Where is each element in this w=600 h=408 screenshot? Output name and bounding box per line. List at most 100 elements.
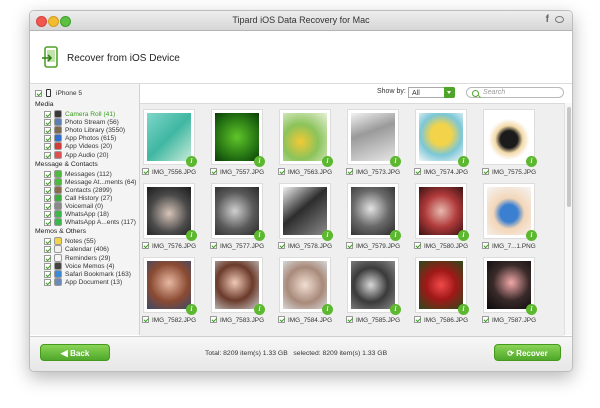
photo-tile[interactable]: i (279, 257, 333, 315)
photo-caption[interactable]: IMG_7556.JPG (142, 168, 206, 177)
photo-checkbox[interactable] (278, 242, 285, 249)
photo-caption[interactable]: IMG_7563.JPG (278, 168, 342, 177)
photo-checkbox[interactable] (346, 168, 353, 175)
photo-tile[interactable]: i (211, 109, 265, 167)
sidebar-item-checkbox[interactable] (44, 170, 51, 178)
sidebar-item[interactable]: WhatsApp A...ents (117) (44, 218, 138, 227)
sidebar-item-checkbox[interactable] (44, 194, 51, 202)
info-icon[interactable]: i (186, 230, 197, 241)
photo-tile[interactable]: i (483, 183, 537, 241)
sidebar-item[interactable]: App Audio (20) (44, 150, 138, 160)
photo-checkbox[interactable] (414, 316, 421, 323)
sidebar-item-checkbox[interactable] (44, 203, 51, 210)
photo-checkbox[interactable] (346, 242, 353, 249)
photo-tile[interactable]: i (415, 257, 469, 315)
photo-caption[interactable]: IMG_7587.JPG (482, 316, 546, 325)
info-icon[interactable]: i (322, 304, 333, 315)
photo-tile[interactable]: i (347, 183, 401, 241)
sidebar-item-checkbox[interactable] (44, 111, 51, 118)
photo-caption[interactable]: IMG_7575.JPG (482, 168, 546, 177)
photo-tile[interactable]: i (415, 183, 469, 241)
info-icon[interactable]: i (322, 230, 333, 241)
photo-checkbox[interactable] (346, 316, 353, 323)
sidebar-item-checkbox[interactable] (44, 119, 51, 127)
sidebar-item-checkbox[interactable] (44, 262, 51, 270)
info-icon[interactable]: i (186, 304, 197, 315)
photo-tile[interactable]: i (483, 257, 537, 315)
photo-checkbox[interactable] (142, 168, 149, 175)
photo-caption[interactable]: IMG_7574.JPG (414, 168, 478, 177)
photo-tile[interactable]: i (279, 183, 333, 241)
photo-caption[interactable]: IMG_7584.JPG (278, 316, 342, 325)
facebook-icon[interactable]: f (546, 14, 549, 25)
recover-button[interactable]: ⟳ Recover (494, 344, 561, 361)
sidebar-item-checkbox[interactable] (44, 219, 51, 227)
sidebar-item-checkbox[interactable] (44, 278, 51, 286)
sidebar-item-checkbox[interactable] (44, 270, 51, 278)
sidebar-item-checkbox[interactable] (44, 151, 51, 159)
photo-checkbox[interactable] (482, 168, 489, 175)
info-icon[interactable]: i (526, 230, 537, 241)
photo-caption[interactable]: IMG_7583.JPG (210, 316, 274, 325)
scrollbar-thumb[interactable] (567, 107, 571, 207)
photo-tile[interactable]: i (143, 257, 197, 315)
chevron-down-icon[interactable] (444, 87, 455, 98)
info-icon[interactable]: i (254, 304, 265, 315)
sidebar-device-row[interactable]: iPhone 5 (35, 89, 135, 98)
photo-checkbox[interactable] (142, 242, 149, 249)
photo-caption[interactable]: IMG_7585.JPG (346, 316, 410, 325)
info-icon[interactable]: i (526, 304, 537, 315)
photo-caption[interactable]: IMG_7582.JPG (142, 316, 206, 325)
photo-caption[interactable]: IMG_7577.JPG (210, 242, 274, 251)
info-icon[interactable]: i (254, 230, 265, 241)
device-checkbox[interactable] (35, 90, 42, 97)
photo-checkbox[interactable] (482, 316, 489, 323)
photo-caption[interactable]: IMG_7557.JPG (210, 168, 274, 177)
sidebar-item-checkbox[interactable] (44, 246, 51, 254)
info-icon[interactable]: i (254, 156, 265, 167)
photo-checkbox[interactable] (210, 242, 217, 249)
sidebar-item-checkbox[interactable] (44, 143, 51, 151)
photo-checkbox[interactable] (414, 168, 421, 175)
photo-tile[interactable]: i (415, 109, 469, 167)
photo-tile[interactable]: i (347, 257, 401, 315)
photo-caption[interactable]: IMG_7576.JPG (142, 242, 206, 251)
photo-checkbox[interactable] (414, 242, 421, 249)
photo-checkbox[interactable] (210, 168, 217, 175)
info-icon[interactable]: i (458, 156, 469, 167)
photo-tile[interactable]: i (143, 109, 197, 167)
photo-caption[interactable]: IMG_7579.JPG (346, 242, 410, 251)
info-icon[interactable]: i (526, 156, 537, 167)
photo-checkbox[interactable] (482, 242, 489, 249)
photo-tile[interactable]: i (211, 257, 265, 315)
sidebar-item-checkbox[interactable] (44, 254, 51, 262)
info-icon[interactable]: i (458, 304, 469, 315)
info-icon[interactable]: i (390, 304, 401, 315)
sidebar-item[interactable]: App Document (13) (44, 277, 138, 287)
info-icon[interactable]: i (390, 156, 401, 167)
photo-caption[interactable]: IMG_7580.JPG (414, 242, 478, 251)
info-icon[interactable]: i (390, 230, 401, 241)
photo-tile[interactable]: i (211, 183, 265, 241)
photo-tile[interactable]: i (279, 109, 333, 167)
sidebar-item-checkbox[interactable] (44, 178, 51, 186)
photo-caption[interactable]: IMG_7...1.PNG (482, 242, 546, 251)
photo-caption[interactable]: IMG_7573.JPG (346, 168, 410, 177)
sidebar-item-checkbox[interactable] (44, 211, 51, 219)
photo-caption[interactable]: IMG_7578.JPG (278, 242, 342, 251)
photo-tile[interactable]: i (483, 109, 537, 167)
photo-checkbox[interactable] (210, 316, 217, 323)
photo-tile[interactable]: i (347, 109, 401, 167)
sidebar-item-checkbox[interactable] (44, 186, 51, 194)
photo-tile[interactable]: i (143, 183, 197, 241)
photo-checkbox[interactable] (142, 316, 149, 323)
sidebar-item-checkbox[interactable] (44, 135, 51, 143)
info-icon[interactable]: i (322, 156, 333, 167)
back-button[interactable]: ◀ Back (40, 344, 110, 361)
sidebar-item-checkbox[interactable] (44, 238, 51, 246)
scrollbar[interactable] (564, 103, 572, 335)
info-icon[interactable]: i (186, 156, 197, 167)
photo-checkbox[interactable] (278, 316, 285, 323)
info-icon[interactable]: i (458, 230, 469, 241)
sidebar-item-checkbox[interactable] (44, 127, 51, 135)
